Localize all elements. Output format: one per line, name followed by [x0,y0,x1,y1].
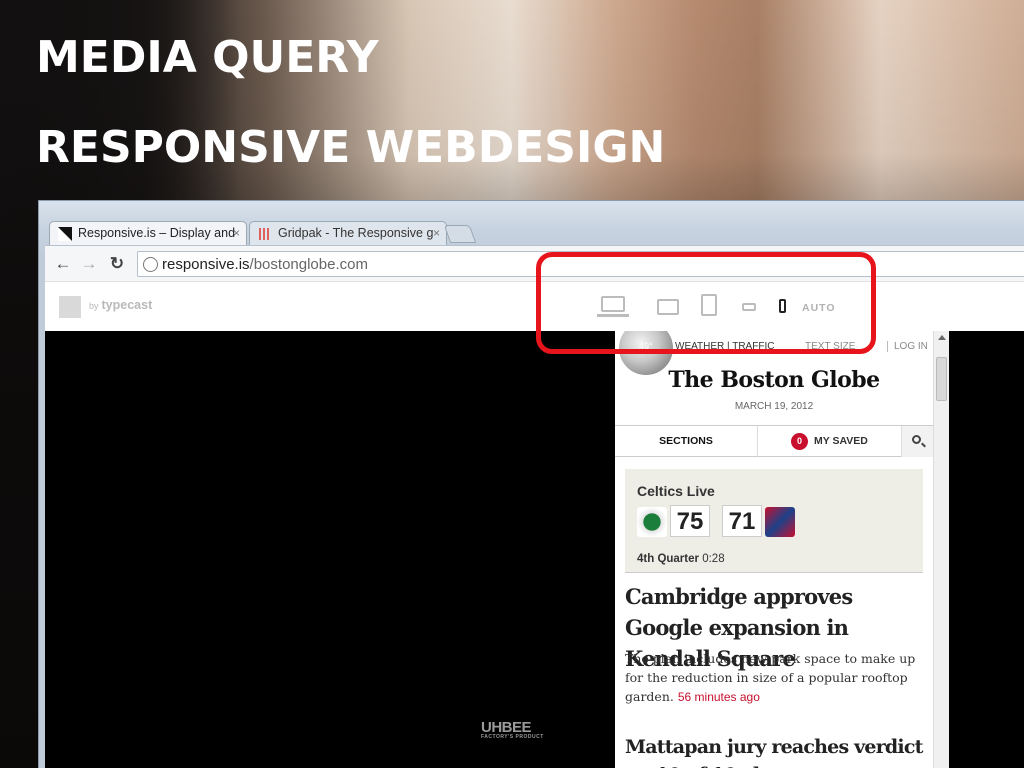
globe-icon [143,257,158,272]
masthead-logo[interactable]: The Boston Globe [615,367,933,393]
scrollbar[interactable] [933,331,949,768]
watermark-sub: FACTORY'S PRODUCT [481,734,544,740]
section-nav: SECTIONS 0 MY SAVED [615,425,933,457]
celtics-logo-icon [637,507,667,537]
responsive-is-favicon-icon [58,227,72,241]
scroll-thumb[interactable] [936,357,947,401]
brand-name: typecast [101,298,153,312]
device-selector-highlight [536,252,876,354]
tab-label: Gridpak - The Responsive g [278,226,434,240]
tab-label: Responsive.is – Display and [78,226,236,240]
sections-button[interactable]: SECTIONS [615,426,758,457]
typecast-logo-icon[interactable] [59,296,81,318]
quarter-label: 4th Quarter [637,553,699,565]
edition-date: MARCH 19, 2012 [734,401,814,412]
close-tab-icon[interactable]: × [233,226,240,240]
reload-icon[interactable]: ↻ [107,254,127,274]
search-icon [912,435,921,444]
clock-value: 0:28 [702,553,725,565]
url-path: /bostonglobe.com [249,256,368,273]
login-link[interactable]: LOG IN [887,341,928,352]
tab-responsive-is[interactable]: Responsive.is – Display and × [49,221,247,245]
slide-title: MEDIA QUERY [36,32,379,83]
widget-title: Celtics Live [637,483,715,499]
celtics-live-widget[interactable]: Celtics Live 75 71 4th Quarter 0:28 [625,469,923,573]
opponent-logo-icon [765,507,795,537]
browser-toolbar: ← → ↻ responsive.is/bostonglobe.com [45,245,1024,281]
story-timestamp: 56 minutes ago [677,690,760,704]
search-button[interactable] [902,426,933,457]
brand-by: by [89,301,99,311]
story-headline[interactable]: Mattapan jury reaches verdict on 10 of 1… [625,733,925,768]
tab-gridpak[interactable]: Gridpak - The Responsive g × [249,221,447,245]
watermark: UHBEE FACTORY'S PRODUCT [481,719,544,740]
my-saved-button[interactable]: 0 MY SAVED [758,426,902,457]
saved-count-badge: 0 [791,433,808,450]
story-summary: The plan includes new park space to make… [625,649,925,707]
summary-text: The plan includes new park space to make… [625,651,916,704]
home-score: 75 [670,505,710,537]
preview-viewport: UHBEE FACTORY'S PRODUCT 49° WEATHER | TR… [45,331,1024,768]
responsive-is-toolbar: by typecast AUTO [45,281,1024,331]
slide-subtitle: RESPONSIVE WEBDESIGN [36,122,666,173]
close-tab-icon[interactable]: × [433,226,440,240]
url-host: responsive.is [162,256,250,273]
mobile-page: 49° WEATHER | TRAFFIC TEXT SIZE LOG IN T… [615,331,933,768]
forward-arrow-icon[interactable]: → [79,254,99,274]
brand[interactable]: by typecast [89,298,152,312]
game-clock: 4th Quarter 0:28 [637,553,725,565]
browser-window: Responsive.is – Display and × Gridpak - … [38,200,1024,768]
back-arrow-icon[interactable]: ← [53,254,73,274]
away-score: 71 [722,505,762,537]
scroll-up-icon[interactable] [938,335,946,340]
my-saved-label: MY SAVED [814,435,868,447]
gridpak-favicon-icon [259,228,269,240]
new-tab-button[interactable] [443,225,477,243]
